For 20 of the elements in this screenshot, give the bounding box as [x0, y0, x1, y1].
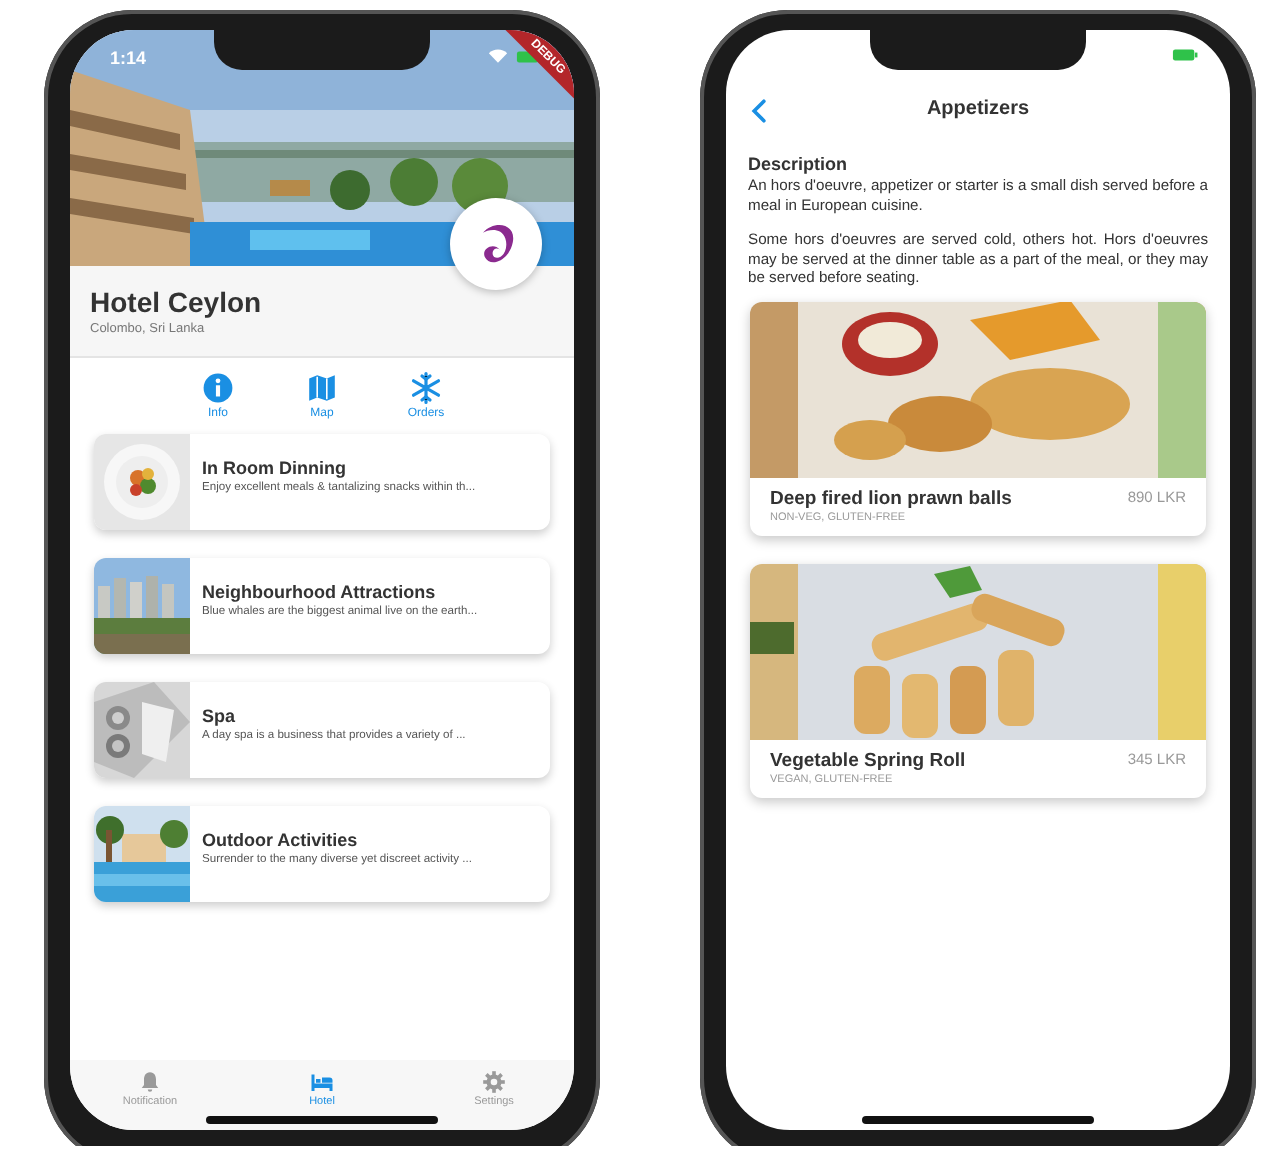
status-time: 1:14 — [110, 48, 147, 68]
battery-icon — [1172, 47, 1198, 61]
dish-name: Vegetable Spring Roll — [770, 750, 966, 773]
info-icon — [202, 372, 234, 404]
wifi-icon — [488, 48, 508, 64]
snowflake-icon — [410, 372, 442, 404]
map-icon — [306, 372, 338, 404]
service-title: Outdoor Activities — [202, 830, 360, 850]
settings-icon — [482, 1070, 506, 1094]
service-title: In Room Dinning — [202, 458, 348, 478]
screen-title: Appetizers — [926, 97, 1030, 119]
back-icon — [750, 98, 768, 124]
dish-name: Deep fired lion prawn balls — [770, 488, 1012, 511]
service-title: Spa — [202, 706, 238, 726]
description-heading: Description — [748, 154, 850, 174]
bed-icon — [310, 1070, 334, 1094]
back-button[interactable] — [746, 94, 772, 128]
service-title: Neighbourhood Attractions — [202, 582, 438, 602]
bell-icon — [138, 1070, 162, 1094]
hotel-name: Hotel Ceylon — [90, 286, 264, 318]
